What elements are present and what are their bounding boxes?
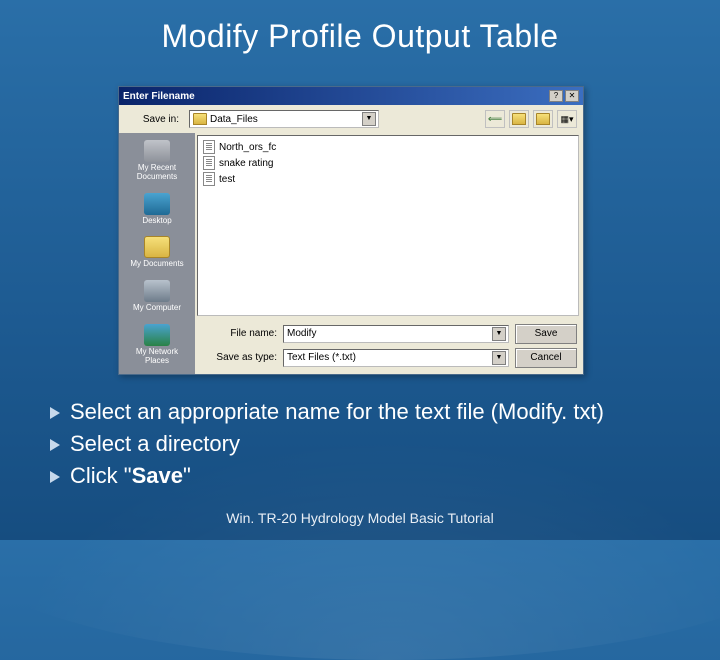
bullet-text: Select an appropriate name for the text … [70,398,604,426]
slide-title: Modify Profile Output Table [0,0,720,55]
folder-up-icon [512,113,526,125]
new-folder-icon [536,113,550,125]
filename-label: File name: [201,328,277,339]
view-icon: ▦▾ [560,114,573,125]
close-button[interactable]: ✕ [565,90,579,102]
bullet-item: Select a directory [50,430,670,458]
bullet-icon [50,407,60,419]
place-recent[interactable]: My Recent Documents [123,137,191,186]
place-label: Desktop [142,216,171,225]
bullet-item: Click "Save" [50,462,670,490]
recent-icon [144,140,170,162]
folder-icon [193,113,207,125]
place-label: My Recent Documents [137,163,177,181]
desktop-icon [144,193,170,215]
place-label: My Computer [133,303,181,312]
bullet-list: Select an appropriate name for the text … [50,398,670,494]
place-desktop[interactable]: Desktop [123,190,191,230]
saveas-combo[interactable]: Text Files (*.txt) ▼ [283,349,509,367]
network-icon [144,324,170,346]
save-button[interactable]: Save [515,324,577,344]
bullet-text: Select a directory [70,430,240,458]
back-arrow-icon: ⟸ [488,114,502,125]
text-file-icon [203,172,215,186]
place-network[interactable]: My Network Places [123,321,191,370]
text-file-icon [203,156,215,170]
place-label: My Documents [130,259,183,268]
cancel-button[interactable]: Cancel [515,348,577,368]
places-bar: My Recent Documents Desktop My Documents… [119,133,195,374]
place-computer[interactable]: My Computer [123,277,191,317]
file-name: test [219,174,235,185]
file-name: snake rating [219,158,273,169]
text-file-icon [203,140,215,154]
chevron-down-icon: ▼ [362,112,376,126]
bullet-text: Click "Save" [70,462,191,490]
savein-row: Save in: Data_Files ▼ ⟸ ▦▾ [119,105,583,133]
new-folder-button[interactable] [533,110,553,128]
savein-label: Save in: [125,114,185,125]
view-menu-button[interactable]: ▦▾ [557,110,577,128]
bullet-icon [50,471,60,483]
file-name: North_ors_fc [219,142,276,153]
back-button[interactable]: ⟸ [485,110,505,128]
save-dialog: Enter Filename ? ✕ Save in: Data_Files ▼… [118,86,584,375]
up-button[interactable] [509,110,529,128]
help-button[interactable]: ? [549,90,563,102]
bullet-icon [50,439,60,451]
documents-icon [144,236,170,258]
savein-combo[interactable]: Data_Files ▼ [189,110,379,128]
dialog-titlebar: Enter Filename ? ✕ [119,87,583,105]
place-label: My Network Places [136,347,178,365]
chevron-down-icon: ▼ [492,327,506,341]
saveas-value: Text Files (*.txt) [287,352,492,363]
computer-icon [144,280,170,302]
chevron-down-icon: ▼ [492,351,506,365]
savein-value: Data_Files [210,114,362,125]
bullet-item: Select an appropriate name for the text … [50,398,670,426]
list-item[interactable]: snake rating [201,155,575,171]
dialog-title: Enter Filename [123,91,547,102]
place-documents[interactable]: My Documents [123,233,191,273]
filename-input[interactable]: Modify ▼ [283,325,509,343]
saveas-label: Save as type: [201,352,277,363]
slide-footer: Win. TR-20 Hydrology Model Basic Tutoria… [0,510,720,526]
filename-value: Modify [287,328,492,339]
list-item[interactable]: test [201,171,575,187]
file-listing[interactable]: North_ors_fc snake rating test [197,135,579,316]
list-item[interactable]: North_ors_fc [201,139,575,155]
